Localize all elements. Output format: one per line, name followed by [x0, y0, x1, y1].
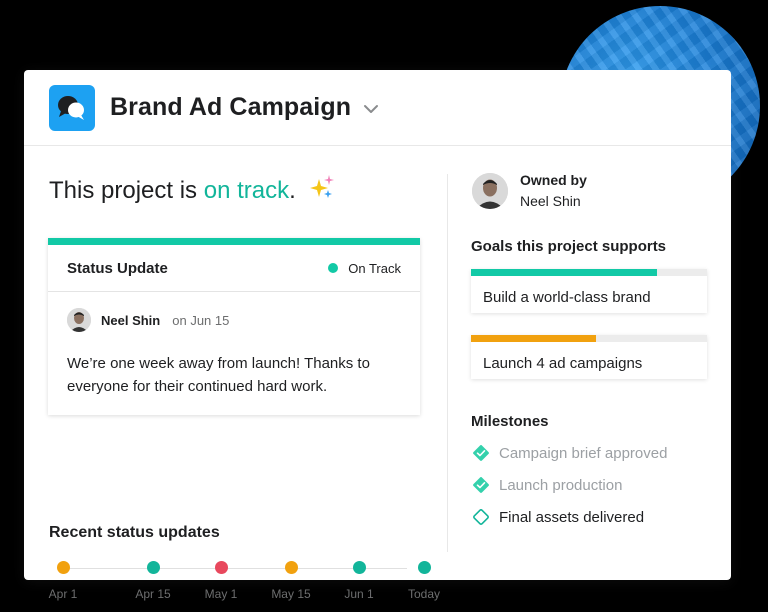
timeline-item[interactable]: Today	[394, 561, 454, 601]
status-timeline: Apr 1 Apr 15 May 1 May 15 Jun 1 Today	[49, 561, 440, 605]
project-header: Brand Ad Campaign	[24, 70, 731, 146]
timeline-dot	[56, 561, 70, 574]
project-title[interactable]: Brand Ad Campaign	[110, 93, 351, 122]
goal-card[interactable]: Build a world-class brand	[471, 269, 707, 313]
timeline-item[interactable]: May 15	[261, 561, 321, 601]
timeline-dot	[214, 561, 228, 574]
goal-progress-fill	[471, 269, 658, 276]
recent-status-title: Recent status updates	[49, 524, 220, 541]
timeline-item[interactable]: Apr 15	[123, 561, 183, 601]
timeline-item[interactable]: Apr 1	[33, 561, 93, 601]
timeline-dot	[352, 561, 366, 574]
goal-progress-bar	[471, 269, 707, 276]
status-update-body: We’re one week away from launch! Thanks …	[67, 355, 370, 395]
headline-status: on track	[203, 177, 290, 204]
goal-card[interactable]: Launch 4 ad campaigns	[471, 335, 707, 379]
left-column: This project is on track. Status Update …	[24, 147, 448, 601]
sparkle-icon	[308, 173, 336, 208]
goal-progress-fill	[471, 335, 597, 342]
timeline-label: May 15	[271, 587, 311, 601]
goals-title: Goals this project supports	[471, 238, 667, 255]
headline-prefix: This project is	[49, 177, 204, 204]
timeline-label: May 1	[204, 587, 238, 601]
status-dot	[328, 263, 339, 273]
owner-label: Owned by	[520, 172, 587, 188]
status-update-card[interactable]: Status Update On Track Neel Shin on Jun	[48, 238, 420, 415]
milestone-label: Launch production	[499, 476, 623, 494]
chevron-down-icon[interactable]	[363, 101, 379, 119]
diamond-outline-icon	[471, 507, 491, 527]
diamond-check-icon	[471, 443, 491, 463]
status-date: on Jun 15	[172, 312, 230, 328]
timeline-dot	[284, 561, 298, 574]
project-card: Brand Ad Campaign This project is on tra…	[24, 70, 731, 601]
status-update-label: Status Update	[67, 259, 168, 277]
milestone-item[interactable]: Launch production	[471, 475, 622, 495]
project-owner: Owned by Neel Shin	[472, 172, 587, 209]
timeline-label: Apr 1	[48, 587, 78, 601]
project-status-headline: This project is on track.	[49, 173, 336, 208]
timeline-label: Apr 15	[135, 587, 171, 601]
right-column: Owned by Neel Shin Goals this project su…	[448, 147, 731, 580]
timeline-label: Today	[407, 587, 441, 601]
goal-progress-bar	[471, 335, 707, 342]
goal-label: Build a world-class brand	[483, 289, 651, 306]
milestones-title: Milestones	[471, 413, 549, 430]
diamond-check-icon	[471, 475, 491, 495]
milestone-item[interactable]: Final assets delivered	[471, 507, 644, 527]
milestone-item[interactable]: Campaign brief approved	[471, 443, 667, 463]
avatar[interactable]	[472, 172, 508, 209]
status-badge-text: On Track	[348, 260, 401, 276]
timeline-item[interactable]: Jun 1	[329, 561, 389, 601]
avatar[interactable]	[67, 308, 91, 332]
timeline-label: Jun 1	[344, 587, 374, 601]
owner-name[interactable]: Neel Shin	[520, 193, 587, 209]
timeline-dot	[146, 561, 160, 574]
status-update-header: Status Update On Track	[48, 245, 420, 292]
headline-suffix: .	[289, 177, 296, 204]
goal-label: Launch 4 ad campaigns	[483, 355, 643, 372]
chat-bubbles-icon	[49, 84, 95, 131]
milestone-label: Final assets delivered	[499, 508, 645, 526]
status-badge: On Track	[328, 261, 401, 276]
status-color-bar	[48, 238, 420, 245]
status-author-row: Neel Shin on Jun 15	[67, 308, 229, 332]
timeline-item[interactable]: May 1	[191, 561, 251, 601]
milestone-label: Campaign brief approved	[499, 444, 668, 462]
status-author-name[interactable]: Neel Shin	[101, 313, 160, 328]
timeline-dot	[417, 561, 431, 574]
